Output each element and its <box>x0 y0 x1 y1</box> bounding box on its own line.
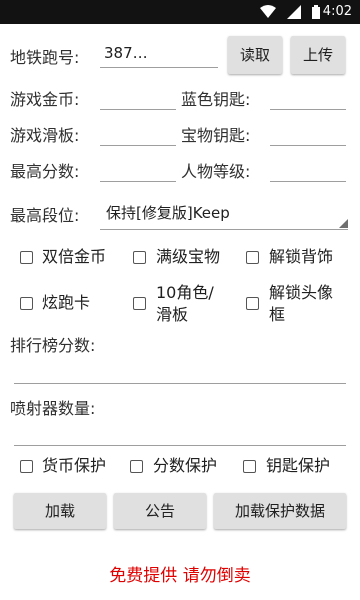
double-coins-checkbox[interactable] <box>20 251 33 264</box>
rank-label: 最高段位: <box>10 206 80 225</box>
subway-id-label: 地铁跑号: <box>10 48 80 67</box>
coin-protect-label: 货币保护 <box>42 456 107 475</box>
subway-id-input[interactable]: 387… <box>100 38 218 68</box>
coin-protect-checkbox[interactable] <box>20 460 33 473</box>
upload-button[interactable]: 上传 <box>291 36 345 74</box>
game-coins-label: 游戏金币: <box>10 90 80 109</box>
load-button[interactable]: 加载 <box>14 493 106 529</box>
key-protect-checkbox[interactable] <box>243 460 256 473</box>
score-protect-checkbox[interactable] <box>130 460 143 473</box>
unlock-back-label: 解锁背饰 <box>269 247 334 266</box>
rank-selected-value: 保持[修复版]Keep <box>106 204 230 222</box>
blue-key-input[interactable] <box>270 80 346 110</box>
cool-card-label: 炫跑卡 <box>42 293 91 312</box>
rank-dropdown[interactable]: 保持[修复版]Keep <box>100 196 348 230</box>
treasure-key-input[interactable] <box>270 116 346 146</box>
double-coins-label: 双倍金币 <box>42 247 107 266</box>
status-time: 4:02 <box>322 4 352 19</box>
max-treasure-checkbox[interactable] <box>133 251 146 264</box>
blue-key-label: 蓝色钥匙: <box>181 90 251 109</box>
free-notice: 免费提供 请勿倒卖 <box>109 566 251 586</box>
max-treasure-label: 满级宝物 <box>156 247 221 266</box>
game-coins-input[interactable] <box>100 80 176 110</box>
char-level-label: 人物等级: <box>181 162 251 181</box>
high-score-input[interactable] <box>100 152 176 182</box>
signal-icon <box>286 5 301 19</box>
unlock-back-checkbox[interactable] <box>246 251 259 264</box>
status-icons <box>254 5 320 19</box>
wifi-icon <box>259 5 276 18</box>
ten-roles-checkbox[interactable] <box>133 297 146 310</box>
status-bar: 4:02 <box>0 0 360 24</box>
score-protect-label: 分数保护 <box>153 456 218 475</box>
ten-roles-label: 10角色/ 滑板 <box>156 283 214 324</box>
leaderboard-input[interactable] <box>14 383 346 384</box>
game-board-label: 游戏滑板: <box>10 126 80 145</box>
treasure-key-label: 宝物钥匙: <box>181 126 251 145</box>
jet-count-label: 喷射器数量: <box>10 399 96 418</box>
key-protect-label: 钥匙保护 <box>266 456 331 475</box>
notice-button[interactable]: 公告 <box>114 493 206 529</box>
read-button[interactable]: 读取 <box>228 36 282 74</box>
dropdown-underline <box>100 229 348 230</box>
leaderboard-label: 排行榜分数: <box>10 336 96 355</box>
game-board-input[interactable] <box>100 116 176 146</box>
high-score-label: 最高分数: <box>10 162 80 181</box>
cool-card-checkbox[interactable] <box>20 297 33 310</box>
unlock-avatar-label: 解锁头像 框 <box>269 283 334 324</box>
dropdown-arrow-icon <box>339 219 348 228</box>
char-level-input[interactable] <box>270 152 346 182</box>
jet-count-input[interactable] <box>14 445 346 446</box>
battery-icon <box>312 5 320 19</box>
unlock-avatar-checkbox[interactable] <box>246 297 259 310</box>
load-protect-button[interactable]: 加载保护数据 <box>214 493 346 529</box>
